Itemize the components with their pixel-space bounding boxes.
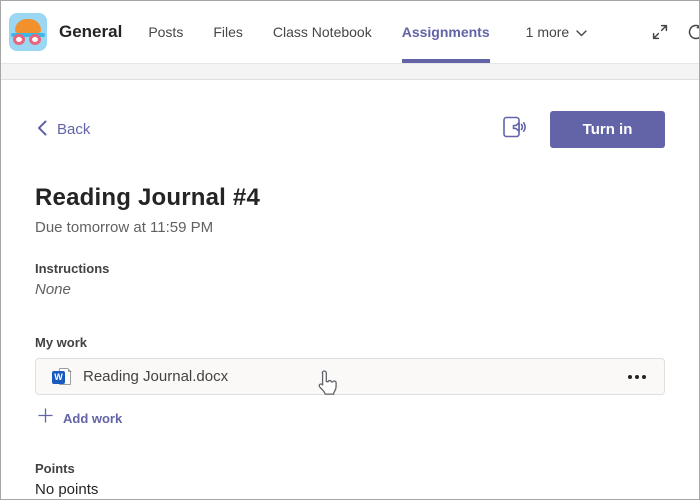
turn-in-button[interactable]: Turn in (550, 111, 665, 148)
my-work-section: My work W Reading Journal.docx Add work (35, 335, 665, 428)
tab-assignments[interactable]: Assignments (401, 1, 490, 63)
due-date-text: Due tomorrow at 11:59 PM (35, 219, 214, 236)
teams-assignment-window: General Posts Files Class Notebook Assig… (0, 0, 700, 500)
avatar-goggle-lens (29, 34, 41, 45)
refresh-icon[interactable] (686, 22, 699, 42)
tab-class-notebook[interactable]: Class Notebook (273, 1, 372, 63)
instructions-value: None (35, 281, 71, 298)
assignment-toolbar: Back Turn in (35, 111, 665, 148)
more-tabs-label: 1 more (525, 24, 570, 40)
add-work-button[interactable]: Add work (38, 408, 665, 428)
header-action-icons (651, 22, 699, 42)
more-options-icon[interactable] (626, 371, 648, 383)
team-avatar[interactable] (9, 13, 47, 51)
chevron-down-icon (576, 24, 587, 40)
more-tabs-menu[interactable]: 1 more (526, 24, 588, 40)
points-label: Points (35, 461, 75, 476)
points-value: No points (35, 481, 99, 498)
plus-icon (38, 408, 53, 428)
avatar-goggle-lens (13, 34, 25, 45)
channel-tabs: Posts Files Class Notebook Assignments (148, 1, 519, 63)
back-button[interactable]: Back (37, 120, 90, 140)
header-divider-band (1, 63, 699, 80)
instructions-label: Instructions (35, 261, 110, 276)
back-chevron-icon (37, 120, 47, 140)
assignment-detail: Back Turn in Reading Journal #4 Due tomo… (1, 111, 699, 498)
immersive-reader-icon[interactable] (500, 113, 528, 146)
my-work-label: My work (35, 335, 88, 350)
channel-title: General (59, 22, 123, 41)
points-section: Points No points (35, 461, 665, 498)
expand-icon[interactable] (651, 23, 669, 41)
file-name: Reading Journal.docx (83, 368, 229, 385)
attached-file-row[interactable]: W Reading Journal.docx (35, 358, 665, 395)
channel-header: General Posts Files Class Notebook Assig… (1, 1, 699, 63)
tab-files[interactable]: Files (213, 1, 243, 63)
avatar-cap-shape (15, 19, 41, 33)
instructions-section: Instructions None (35, 261, 665, 298)
add-work-label: Add work (63, 410, 123, 426)
tab-posts[interactable]: Posts (148, 1, 183, 63)
assignment-title: Reading Journal #4 (35, 184, 260, 211)
word-file-icon: W (52, 367, 72, 387)
back-label: Back (57, 121, 91, 138)
